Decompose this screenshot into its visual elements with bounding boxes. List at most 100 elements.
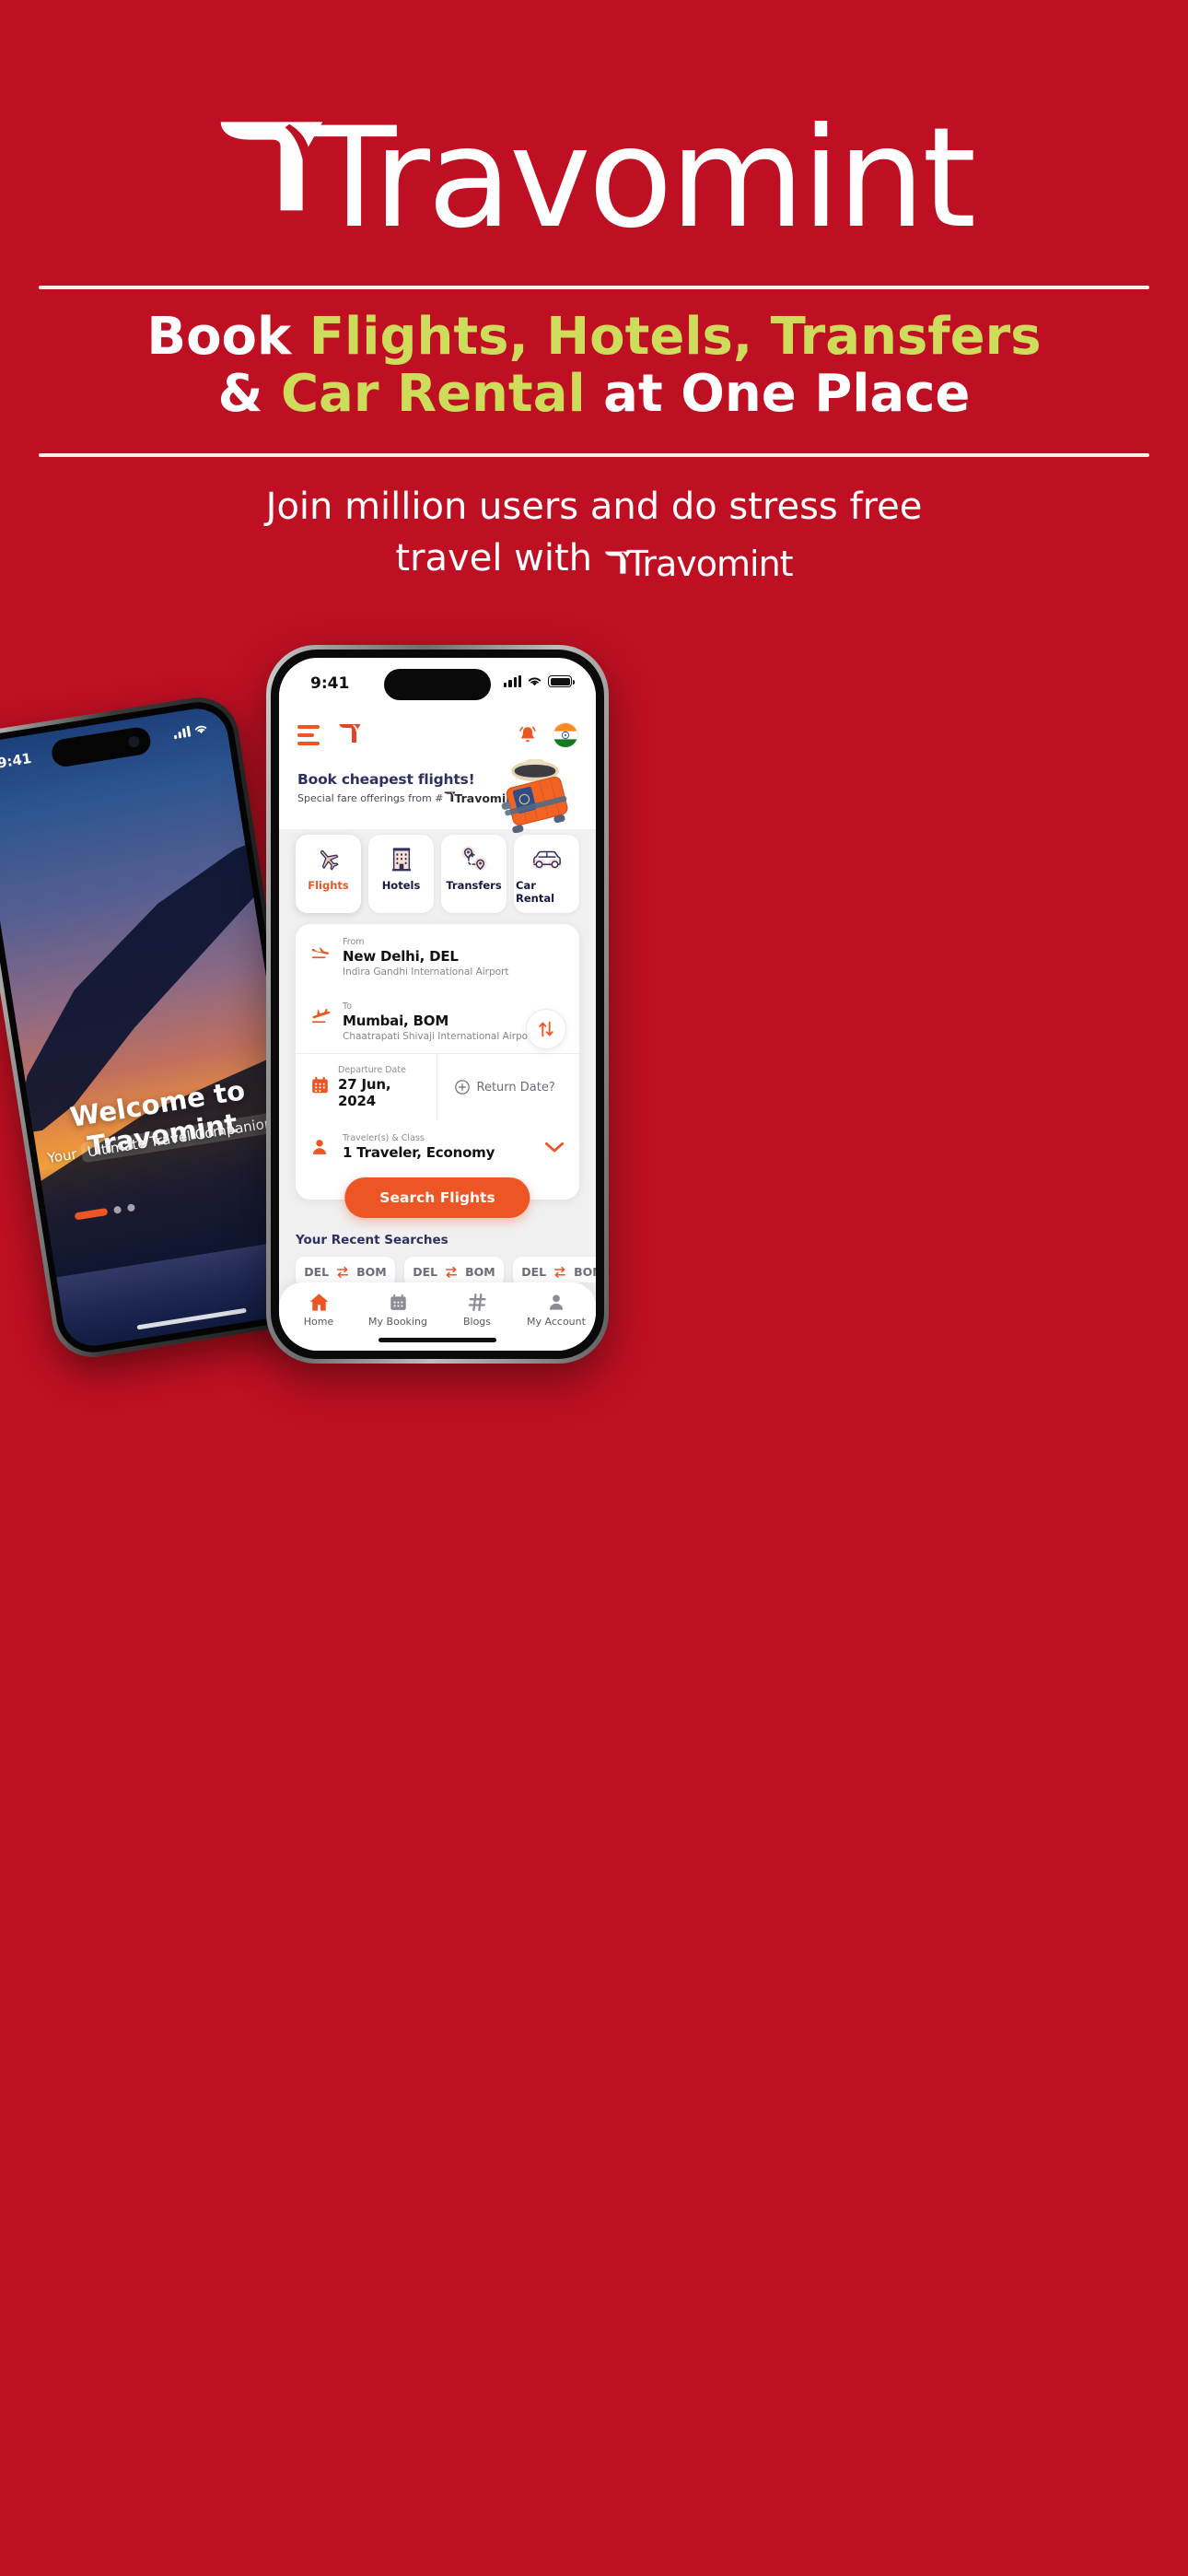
to-value: Mumbai, BOM [343, 1013, 449, 1029]
subheading-line2: travel with [395, 537, 604, 580]
tab-hotels[interactable]: Hotels [368, 835, 434, 913]
hamburger-menu-icon[interactable] [297, 725, 320, 745]
search-flights-button[interactable]: Search Flights [344, 1177, 530, 1218]
promo-banner[interactable]: Book cheapest flights! Special fare offe… [279, 759, 596, 833]
left-status-icons [173, 722, 209, 740]
home-indicator [379, 1338, 496, 1342]
from-label: From [343, 937, 365, 947]
recent-search-item[interactable]: DEL BOM [404, 1257, 504, 1282]
departure-label: Departure Date [338, 1065, 406, 1075]
subheading-line1: Join million users and do stress free [265, 486, 923, 528]
app-header [279, 711, 596, 759]
header-actions [517, 723, 577, 747]
left-status-time: 9:41 [0, 749, 33, 772]
tab-hotels-label: Hotels [381, 879, 421, 892]
return-date-field[interactable]: Return Date? [436, 1054, 580, 1120]
headline-flights: Flights, [309, 307, 529, 367]
suitcase-hat-passport-illustration [501, 759, 568, 833]
headline-car-rental: Car Rental [280, 363, 586, 424]
swap-button[interactable] [526, 1009, 566, 1049]
return-label: Return Date? [476, 1080, 555, 1095]
home-indicator [136, 1307, 247, 1330]
tab-car-rental-label: Car Rental [516, 879, 555, 905]
brand-wordmark: Travomint [311, 99, 976, 259]
home-icon [308, 1292, 330, 1312]
nav-item-my-booking[interactable]: My Booking [358, 1292, 437, 1328]
headline-suffix: at One Place [585, 363, 971, 424]
person-icon [310, 1133, 332, 1161]
flight-search-form: From New Delhi, DEL Indira Gandhi Intern… [296, 924, 579, 1218]
person-icon [545, 1292, 567, 1312]
tab-flights[interactable]: Flights [296, 835, 361, 913]
nav-item-my-account[interactable]: My Account [517, 1292, 596, 1328]
headline-transfers: Transfers [752, 307, 1042, 367]
recent-search-item[interactable]: DEL BOM [296, 1257, 395, 1282]
calendar-icon [387, 1292, 409, 1312]
headline-book: Book [146, 307, 309, 367]
traveler-label: Traveler(s) & Class [343, 1133, 425, 1143]
wifi-icon [194, 725, 207, 734]
traveler-value: 1 Traveler, Economy [343, 1144, 495, 1161]
divider-bottom [39, 453, 1149, 457]
tab-transfers[interactable]: Transfers [441, 835, 507, 913]
route-pins-icon [459, 845, 490, 872]
tab-car-rental[interactable]: Car Rental [514, 835, 579, 913]
car-icon [531, 845, 563, 872]
india-flag-icon[interactable] [553, 723, 577, 747]
recent-searches-list: DEL BOM DEL BOM DEL BO [279, 1247, 596, 1282]
calendar-icon [310, 1075, 330, 1099]
chevron-down-icon[interactable] [544, 1137, 565, 1158]
to-text-group: To Mumbai, BOM Chaatrapati Shivaji Inter… [343, 1001, 536, 1042]
from-field[interactable]: From New Delhi, DEL Indira Gandhi Intern… [296, 924, 579, 989]
from-airport: Indira Gandhi International Airport [343, 966, 509, 978]
headline-hotels: Hotels, [528, 307, 753, 367]
battery-icon [548, 675, 575, 687]
subheading-brand-text: Travomint [626, 544, 794, 585]
from-text-group: From New Delhi, DEL Indira Gandhi Intern… [343, 937, 509, 978]
dynamic-island [384, 669, 491, 700]
swap-horizontal-icon [554, 1266, 566, 1278]
recent-destination: BOM [356, 1265, 387, 1279]
page-subheading: Join million users and do stress free tr… [55, 481, 1133, 590]
travomint-bird-logo-icon [339, 724, 361, 743]
app-content: Book cheapest flights! Special fare offe… [279, 759, 596, 1282]
traveler-class-field[interactable]: Traveler(s) & Class 1 Traveler, Economy [296, 1120, 579, 1172]
notification-bell-icon[interactable] [517, 724, 539, 746]
subheading-brand-logo: Travomint [604, 540, 794, 589]
hash-icon [466, 1292, 488, 1312]
recent-origin: DEL [304, 1265, 330, 1279]
departure-text-group: Departure Date 27 Jun, 2024 [338, 1065, 422, 1109]
headline-amp: & [217, 363, 281, 424]
nav-item-blogs[interactable]: Blogs [437, 1292, 517, 1328]
plus-circle-icon [454, 1080, 470, 1095]
nav-item-home-label: Home [303, 1316, 334, 1328]
date-row: Departure Date 27 Jun, 2024 Return Date? [296, 1053, 579, 1120]
cellular-signal-icon [504, 675, 521, 687]
recent-search-item[interactable]: DEL BOM [513, 1257, 596, 1282]
nav-item-blogs-label: Blogs [462, 1316, 492, 1328]
building-icon [386, 845, 417, 872]
app-logo-icon[interactable] [338, 721, 362, 749]
airplane-icon [313, 845, 344, 872]
divider-top [39, 286, 1149, 289]
swap-horizontal-icon [337, 1266, 349, 1278]
recent-origin: DEL [413, 1265, 438, 1279]
page-dot[interactable] [126, 1203, 136, 1212]
recent-origin: DEL [521, 1265, 547, 1279]
recent-destination: BOM [465, 1265, 495, 1279]
right-phone-screen: 9:41 Book cheapest flights! Special fare… [279, 658, 596, 1351]
page-dot[interactable] [113, 1205, 122, 1214]
from-value: New Delhi, DEL [343, 948, 459, 965]
front-camera-icon [127, 735, 141, 749]
recent-destination: BOM [574, 1265, 596, 1279]
service-tabs: Flights Hotels Transfers Car Rental [279, 829, 596, 913]
nav-item-home[interactable]: Home [279, 1292, 358, 1328]
swap-vertical-icon [539, 1021, 553, 1037]
to-label: To [343, 1001, 353, 1012]
departure-date-field[interactable]: Departure Date 27 Jun, 2024 [296, 1054, 437, 1120]
traveler-text-group: Traveler(s) & Class 1 Traveler, Economy [343, 1133, 495, 1161]
nav-item-my-account-label: My Account [527, 1316, 586, 1328]
cellular-signal-icon [173, 725, 192, 740]
tab-flights-label: Flights [308, 879, 349, 892]
status-time: 9:41 [310, 674, 350, 693]
